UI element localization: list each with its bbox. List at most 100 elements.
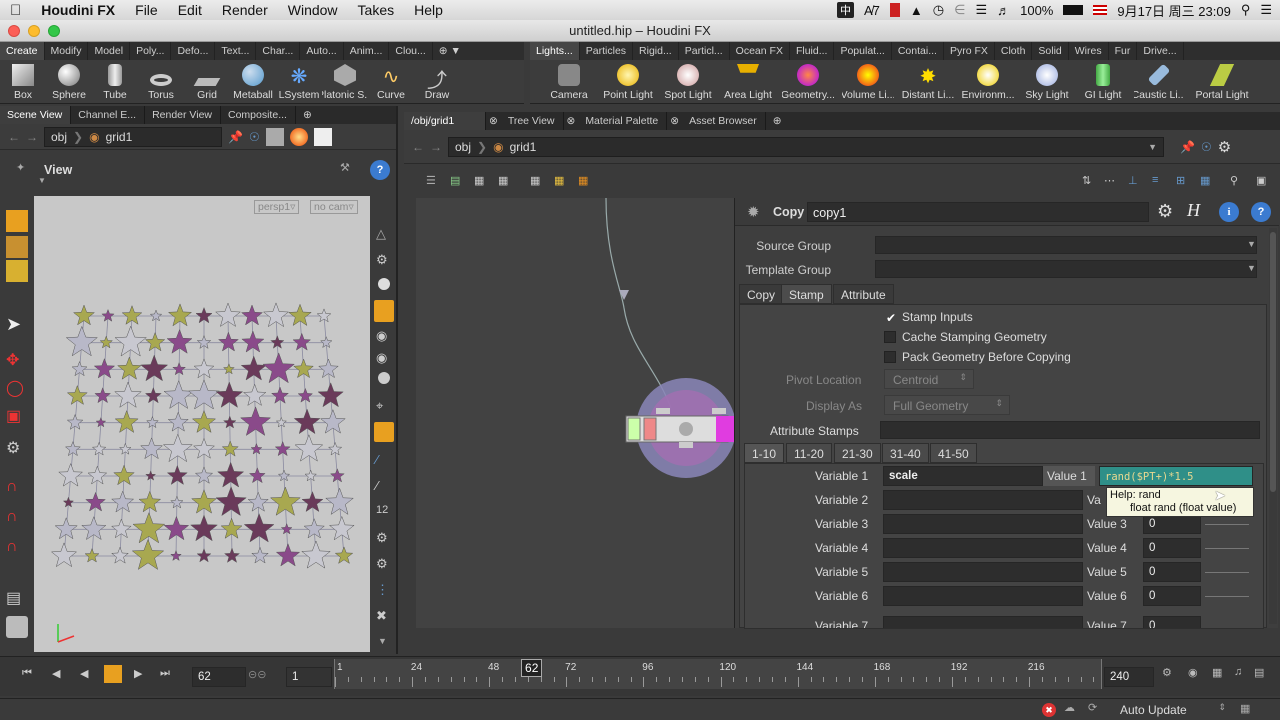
tool-portal-light[interactable]: Portal Light <box>1192 60 1252 104</box>
tab-tree-view[interactable]: Tree View <box>501 112 564 130</box>
stamp-inputs-checkbox[interactable]: ✔ <box>886 311 896 325</box>
param-scrollbar[interactable] <box>1269 228 1277 624</box>
shelf-tab-pyro[interactable]: Pyro FX <box>944 42 995 60</box>
forward-arrow-icon[interactable]: → <box>26 130 38 144</box>
tool-volume-light[interactable]: Volume Li... <box>842 60 894 104</box>
menu-takes[interactable]: Takes <box>348 2 405 18</box>
grid-toggle-icon[interactable]: ▦ <box>1200 174 1210 187</box>
value-3-field[interactable]: 0 <box>1143 514 1201 534</box>
minimize-window-button[interactable] <box>28 25 40 37</box>
tool-box[interactable]: Box <box>0 60 46 104</box>
shelf-tab-ocean[interactable]: Ocean FX <box>730 42 790 60</box>
tab-range-31-40[interactable]: 31-40 <box>882 443 929 463</box>
scale-tool-icon[interactable]: ▣ <box>6 406 28 428</box>
play-icon[interactable]: ▶ <box>134 667 142 680</box>
notification-center-icon[interactable]: ☰ <box>1260 2 1272 18</box>
shelf-tab-modify[interactable]: Modify <box>45 42 89 60</box>
clock[interactable]: 9月17日 周三 23:09 <box>1117 1 1230 20</box>
battery-text[interactable]: 100% <box>1020 3 1053 18</box>
display-icon-7[interactable] <box>378 372 390 384</box>
path-root[interactable]: obj <box>455 140 471 154</box>
view-label[interactable]: View <box>44 163 72 177</box>
current-frame-field[interactable]: 62 <box>192 667 246 687</box>
jump-end-icon[interactable]: ⏭ <box>160 667 170 680</box>
shelf-tab-animation[interactable]: Anim... <box>344 42 390 60</box>
close-window-button[interactable] <box>8 25 20 37</box>
display-icon-1[interactable]: △ <box>376 226 386 242</box>
snap-icon[interactable]: ⊥ <box>1128 174 1138 187</box>
menu-edit[interactable]: Edit <box>168 2 212 18</box>
value-3-slider[interactable] <box>1205 524 1249 525</box>
geometry-shade-icon[interactable] <box>265 127 284 146</box>
ruler-tool-icon[interactable]: ▤ <box>6 588 28 610</box>
tab-range-41-50[interactable]: 41-50 <box>930 443 977 463</box>
layout-icon[interactable]: ⋯ <box>1104 174 1115 187</box>
tab-material-palette[interactable]: Material Palette <box>578 112 668 130</box>
tab-range-1-10[interactable]: 1-10 <box>744 443 785 463</box>
tab-obj-grid1[interactable]: /obj/grid1 <box>404 112 486 130</box>
tool-lsystem[interactable]: ❋ LSystem <box>276 60 322 104</box>
attribute-stamps-field[interactable] <box>880 421 1260 439</box>
info-icon[interactable]: i <box>1219 202 1239 222</box>
display-icon-2[interactable]: ⚙ <box>376 252 388 268</box>
jump-start-icon[interactable]: ⏮ <box>22 667 32 680</box>
path-node[interactable]: grid1 <box>510 140 537 154</box>
variable-3-name-field[interactable] <box>883 514 1083 534</box>
gear-icon[interactable]: ⚙ <box>1218 138 1231 156</box>
view-tool-icon[interactable] <box>6 616 28 638</box>
start-frame-field[interactable]: 1 <box>286 667 332 687</box>
value-4-slider[interactable] <box>1205 548 1249 549</box>
tools-icon[interactable]: ⚒ <box>340 161 350 174</box>
display-icon-3[interactable] <box>378 278 390 290</box>
arrange-icon[interactable]: ≡ <box>1152 174 1158 186</box>
tab-range-11-20[interactable]: 11-20 <box>786 443 832 463</box>
variable-4-name-field[interactable] <box>883 538 1083 558</box>
pose-tool-icon[interactable]: ⚙ <box>6 438 28 460</box>
magnet-tool-2-icon[interactable]: ∩ <box>6 508 28 530</box>
tab-composite[interactable]: Composite... <box>221 106 296 124</box>
tool-environment-light[interactable]: Environm... <box>962 60 1014 104</box>
status-extra-icon[interactable]: ▦ <box>1240 702 1250 715</box>
path-node[interactable]: grid1 <box>106 130 133 144</box>
cache-stamping-checkbox[interactable] <box>884 331 896 343</box>
display-icon-active[interactable] <box>374 300 394 322</box>
shelf-tab-populate[interactable]: Populat... <box>834 42 892 60</box>
help-icon[interactable]: ? <box>370 160 390 180</box>
value-5-slider[interactable] <box>1205 572 1249 573</box>
pin-icon[interactable]: 📌 <box>1180 140 1195 154</box>
display-dropdown-icon[interactable]: ▼ <box>378 636 387 646</box>
tab-scene-view[interactable]: Scene View <box>0 106 72 124</box>
tool-draw[interactable]: ⤴ Draw <box>414 60 460 104</box>
shelf-tab-cloth[interactable]: Cloth <box>995 42 1033 60</box>
close-tab-icon[interactable]: ⊗ <box>486 112 501 130</box>
timeline-ruler[interactable]: 1 24 48 62 72 96 120 144 168 192 216 <box>334 659 1102 689</box>
render-icon[interactable] <box>289 127 308 146</box>
tab-asset-browser[interactable]: Asset Browser <box>682 112 766 130</box>
magnet-tool-3-icon[interactable]: ∩ <box>6 538 28 560</box>
value-4-field[interactable]: 0 <box>1143 538 1201 558</box>
template-group-field[interactable] <box>875 260 1257 278</box>
variable-5-name-field[interactable] <box>883 562 1083 582</box>
input-method-icon[interactable]: 中 <box>837 2 854 18</box>
display-icon-16[interactable]: ✖ <box>376 608 387 624</box>
pack-geometry-checkbox[interactable] <box>884 351 896 363</box>
stop-button[interactable] <box>104 665 122 683</box>
shelf-tab-drive[interactable]: Drive... <box>1137 42 1184 60</box>
order-icon[interactable]: ⊞ <box>1176 174 1185 187</box>
bluetooth-icon[interactable]: ∈ <box>954 2 965 18</box>
value-6-field[interactable]: 0 <box>1143 586 1201 606</box>
apple-icon[interactable]:  <box>0 2 31 19</box>
display-as-menu[interactable]: Full Geometry ⇕ <box>884 395 1010 415</box>
select-tool-alt-icon[interactable] <box>6 236 28 258</box>
path-root[interactable]: obj <box>51 130 67 144</box>
error-icon[interactable]: ✖ <box>1042 703 1056 717</box>
tool-area-light[interactable]: Area Light <box>722 60 774 104</box>
save-icon[interactable]: ▦ <box>474 174 484 187</box>
shelf-tab-model[interactable]: Model <box>88 42 131 60</box>
tool-platonic[interactable]: Platonic S... <box>322 60 368 104</box>
variable-6-name-field[interactable] <box>883 586 1083 606</box>
template-group-dropdown-icon[interactable]: ▼ <box>1247 263 1256 273</box>
tool-geometry-light[interactable]: Geometry... <box>782 60 834 104</box>
tree-icon[interactable]: ☰ <box>426 174 436 187</box>
3d-viewport[interactable]: persp1▿ no cam▿ <box>34 196 370 652</box>
